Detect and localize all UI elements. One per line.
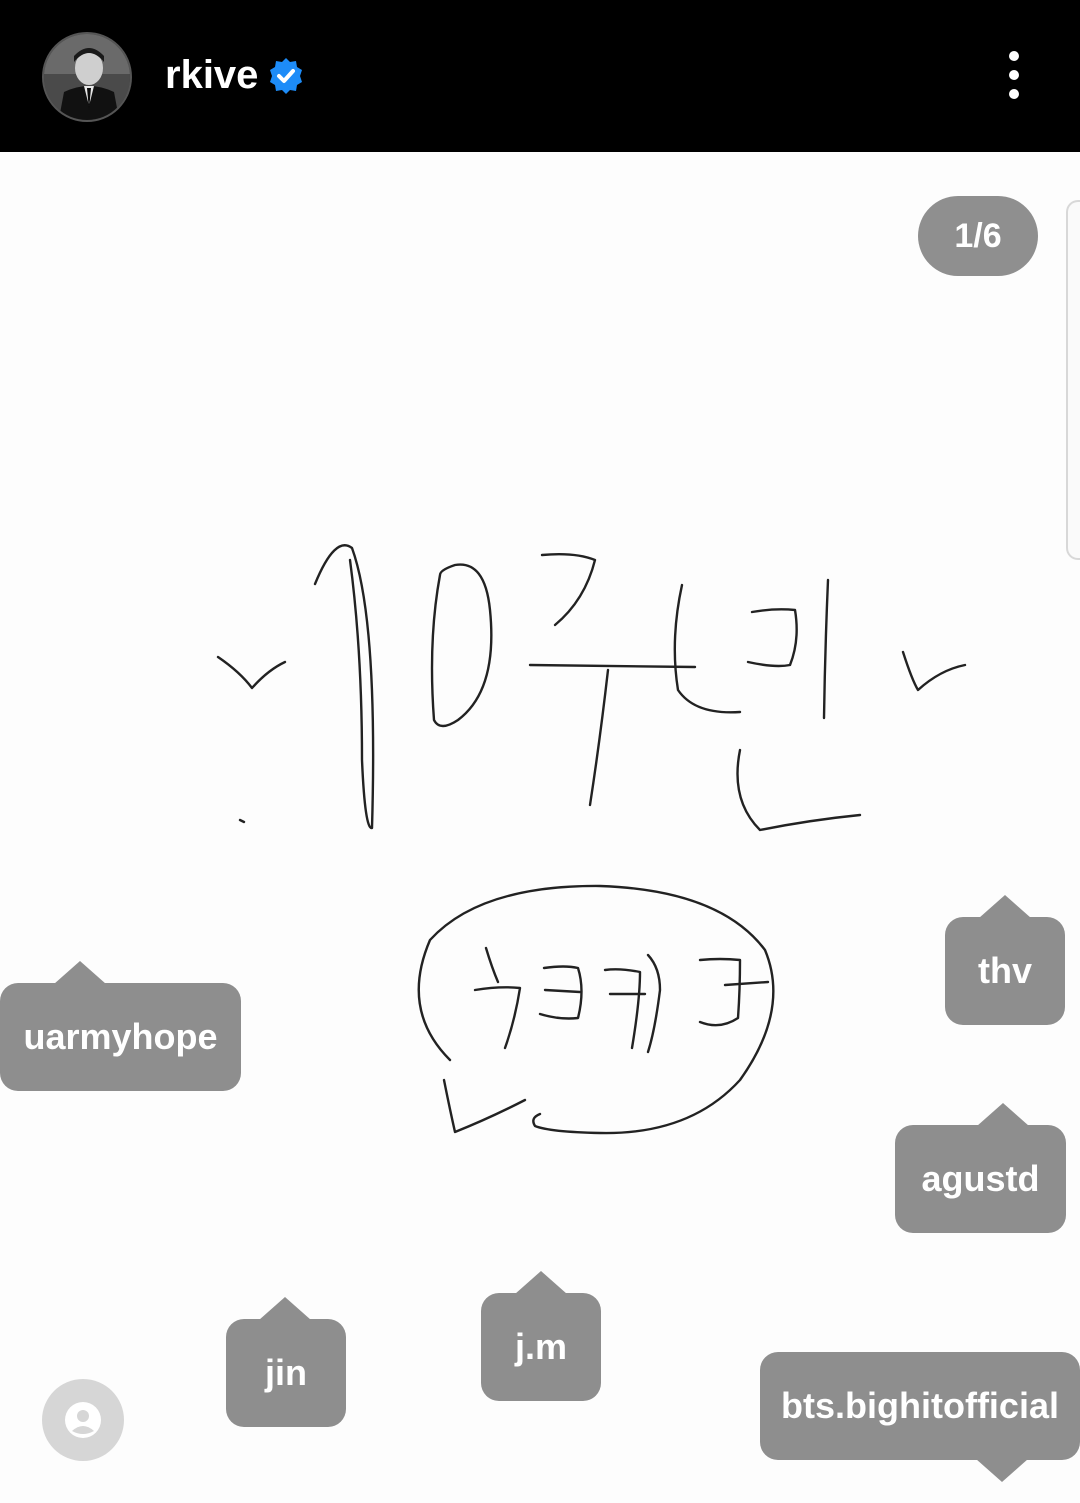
tag-label: bts.bighitofficial: [781, 1385, 1059, 1426]
profile-avatar[interactable]: [42, 32, 132, 122]
person-icon: [65, 1402, 101, 1438]
tag-label: thv: [978, 950, 1032, 991]
tag-label: agustd: [921, 1158, 1040, 1199]
user-tag-jin[interactable]: jin: [226, 1297, 346, 1427]
image-counter: 1/6: [918, 196, 1038, 276]
verified-badge-icon: [270, 58, 302, 94]
user-tag-agustd[interactable]: agustd: [895, 1103, 1066, 1233]
user-tag-thv[interactable]: thv: [945, 895, 1065, 1025]
username[interactable]: rkive: [165, 50, 258, 100]
post-header: rkive: [0, 0, 1080, 152]
tag-label: uarmyhope: [23, 1016, 218, 1057]
tag-label: j.m: [514, 1326, 567, 1367]
more-options-button[interactable]: [990, 45, 1038, 105]
tag-label: jin: [265, 1352, 307, 1393]
user-tag-bts-bighitofficial[interactable]: bts.bighitofficial: [760, 1352, 1080, 1482]
user-tag-jm[interactable]: j.m: [481, 1271, 601, 1401]
user-tag-uarmyhope[interactable]: uarmyhope: [0, 961, 241, 1091]
more-vertical-icon: [1009, 51, 1019, 61]
avatar-photo: [44, 34, 130, 120]
tagged-users-button[interactable]: [42, 1379, 124, 1461]
